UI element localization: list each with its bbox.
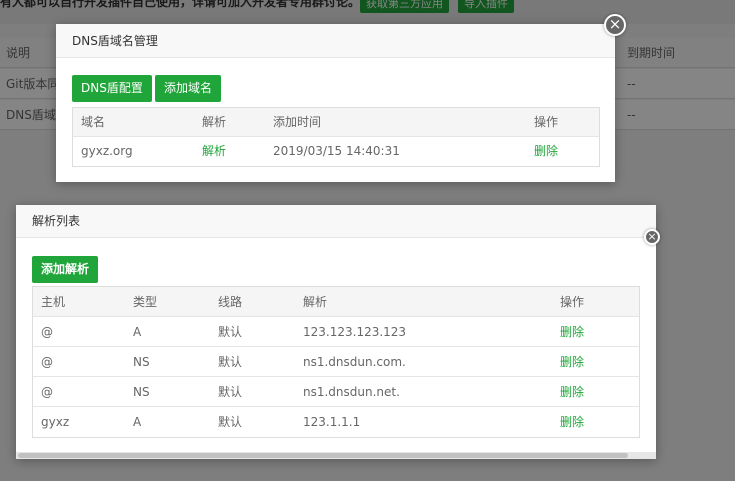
- value-cell: 123.1.1.1: [303, 415, 361, 429]
- added-time-cell: 2019/03/15 14:40:31: [273, 144, 400, 158]
- dialog-title: DNS盾域名管理: [56, 24, 615, 58]
- delete-record-link[interactable]: 删除: [560, 317, 584, 347]
- close-icon[interactable]: ×: [644, 229, 660, 245]
- table-header: 主机 类型 线路 解析 操作: [33, 287, 639, 317]
- type-cell: NS: [133, 385, 150, 399]
- delete-domain-link[interactable]: 删除: [534, 137, 558, 166]
- line-cell: 默认: [218, 415, 243, 429]
- value-cell: 123.123.123.123: [303, 325, 407, 339]
- line-cell: 默认: [218, 325, 243, 339]
- record-table: 主机 类型 线路 解析 操作 @ A 默认 123.123.123.123 删除…: [32, 286, 640, 438]
- value-cell: ns1.dnsdun.net.: [303, 385, 400, 399]
- header-action: 操作: [560, 295, 585, 309]
- type-cell: A: [133, 325, 142, 339]
- domain-table: 域名 解析 添加时间 操作 gyxz.org 解析 2019/03/15 14:…: [72, 107, 600, 167]
- header-action: 操作: [534, 115, 559, 129]
- table-row: @ NS 默认 ns1.dnsdun.com. 删除: [33, 347, 639, 377]
- dns-config-button[interactable]: DNS盾配置: [72, 75, 152, 102]
- header-domain: 域名: [81, 115, 106, 129]
- add-domain-button[interactable]: 添加域名: [155, 75, 222, 102]
- delete-record-link[interactable]: 删除: [560, 347, 584, 377]
- domain-cell: gyxz.org: [81, 144, 133, 158]
- header-added: 添加时间: [273, 115, 322, 129]
- host-cell: gyxz: [41, 415, 70, 429]
- table-row: @ NS 默认 ns1.dnsdun.net. 删除: [33, 377, 639, 407]
- dialog-title: 解析列表: [16, 205, 656, 238]
- host-cell: @: [41, 325, 53, 339]
- header-type: 类型: [133, 295, 158, 309]
- value-cell: ns1.dnsdun.com.: [303, 355, 406, 369]
- delete-record-link[interactable]: 删除: [560, 377, 584, 407]
- type-cell: A: [133, 415, 142, 429]
- horizontal-scrollbar[interactable]: [16, 452, 656, 459]
- scrollbar-thumb[interactable]: [18, 453, 628, 458]
- type-cell: NS: [133, 355, 150, 369]
- table-header: 域名 解析 添加时间 操作: [73, 108, 599, 137]
- header-line: 线路: [218, 295, 243, 309]
- resolve-link[interactable]: 解析: [202, 137, 226, 166]
- header-host: 主机: [41, 295, 66, 309]
- resolve-list-dialog: 解析列表 × 添加解析 主机 类型 线路 解析 操作 @ A 默认 123.12…: [16, 205, 660, 459]
- close-icon[interactable]: ×: [604, 14, 626, 36]
- header-value: 解析: [303, 295, 328, 309]
- host-cell: @: [41, 385, 53, 399]
- table-row: gyxz A 默认 123.1.1.1 删除: [33, 407, 639, 437]
- delete-record-link[interactable]: 删除: [560, 407, 584, 437]
- dns-domain-dialog: DNS盾域名管理 × DNS盾配置 添加域名 域名 解析 添加时间 操作 gyx…: [56, 14, 626, 182]
- header-resolve: 解析: [202, 115, 227, 129]
- host-cell: @: [41, 355, 53, 369]
- table-row: gyxz.org 解析 2019/03/15 14:40:31 删除: [73, 137, 599, 166]
- table-row: @ A 默认 123.123.123.123 删除: [33, 317, 639, 347]
- line-cell: 默认: [218, 355, 243, 369]
- add-record-button[interactable]: 添加解析: [32, 256, 99, 283]
- line-cell: 默认: [218, 385, 243, 399]
